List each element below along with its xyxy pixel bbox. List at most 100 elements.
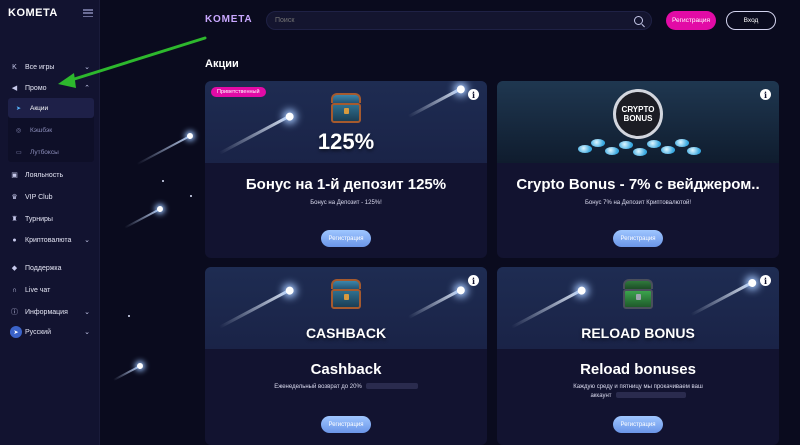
- register-button[interactable]: Регистрация: [613, 416, 663, 433]
- sidebar-item-label: Все игры: [25, 63, 55, 71]
- sidebar-item-all-games[interactable]: K Все игры ⌄: [0, 57, 100, 77]
- sidebar-logo[interactable]: KOMETA: [8, 7, 58, 19]
- header-register-button[interactable]: Регистрация: [666, 11, 716, 30]
- info-icon[interactable]: i: [760, 275, 771, 286]
- card-description-text: Еженедельный возврат до 20%: [274, 384, 362, 390]
- card-description-line-2: аккаунт: [590, 393, 612, 399]
- sidebar-item-label: Промо: [25, 84, 47, 92]
- blurred-text: [615, 392, 686, 399]
- promo-card-crypto-bonus[interactable]: CRYPTO BONUS i Crypto Bonus - 7% с вейдже…: [497, 81, 779, 258]
- card-banner: RELOAD BONUS i: [497, 267, 779, 349]
- search-input[interactable]: [275, 17, 625, 24]
- register-button[interactable]: Регистрация: [613, 230, 663, 247]
- sidebar-item-promo[interactable]: ◀ Промо ⌃: [0, 78, 100, 98]
- k-icon: K: [12, 63, 17, 71]
- chevron-down-icon: ⌄: [84, 329, 90, 336]
- crown-icon: ♛: [11, 194, 18, 201]
- card-title: Бонус на 1-й депозит 125%: [245, 176, 447, 193]
- cashback-icon: ◎: [16, 127, 22, 134]
- chest-icon: [331, 93, 361, 123]
- search-icon[interactable]: [634, 16, 643, 25]
- sidebar-header: KOMETA: [0, 0, 99, 26]
- trophy-icon: ♜: [11, 216, 18, 223]
- reload-chest-icon: [623, 279, 653, 309]
- sidebar-item-info[interactable]: ⓘ Информация ⌄: [0, 302, 100, 322]
- sidebar-item-support[interactable]: ◆ Поддержка: [0, 258, 100, 278]
- comet-decoration: [407, 87, 463, 118]
- promo-card-first-deposit[interactable]: Приветственный 125% i Бонус на 1-й депоз…: [205, 81, 487, 258]
- promo-card-cashback[interactable]: CASHBACK i Cashback Еженедельный возврат…: [205, 267, 487, 445]
- star-decoration: [190, 195, 192, 197]
- comet-decoration: [113, 365, 141, 381]
- comet-decoration: [510, 288, 584, 329]
- register-button[interactable]: Регистрация: [321, 416, 371, 433]
- banner-text: RELOAD BONUS: [581, 325, 695, 341]
- chevron-down-icon: ⌄: [84, 237, 90, 244]
- star-decoration: [162, 180, 164, 182]
- sidebar-item-loyalty[interactable]: ▣ Лояльность: [0, 165, 100, 185]
- chevron-down-icon: ⌄: [84, 64, 90, 71]
- info-icon[interactable]: i: [468, 275, 479, 286]
- info-icon[interactable]: i: [468, 89, 479, 100]
- banner-text: CASHBACK: [305, 325, 387, 341]
- chevron-up-icon: ⌃: [84, 85, 90, 92]
- sidebar-item-crypto[interactable]: ● Криптовалюта ⌄: [0, 230, 100, 250]
- promo-card-reload-bonus[interactable]: RELOAD BONUS i Reload bonuses Каждую сре…: [497, 267, 779, 445]
- register-button[interactable]: Регистрация: [321, 230, 371, 247]
- card-description: Еженедельный возврат до 20%: [225, 383, 467, 392]
- header-login-button[interactable]: Вход: [726, 11, 776, 30]
- comet-decoration: [407, 288, 463, 319]
- welcome-badge: Приветственный: [211, 87, 266, 97]
- card-description-line-1: Каждую среду и пятницу мы прокачиваем ва…: [573, 384, 703, 390]
- page-title: Акции: [205, 58, 239, 70]
- info-icon: ⓘ: [11, 309, 18, 316]
- telegram-icon[interactable]: ➤: [10, 326, 22, 338]
- sidebar-item-label: VIP Club: [25, 193, 53, 201]
- card-title: Cashback: [310, 361, 382, 378]
- search-bar[interactable]: [266, 11, 652, 30]
- header-brand-logo[interactable]: KOMETA: [205, 14, 252, 25]
- sidebar-item-label: Криптовалюта: [25, 236, 72, 244]
- submenu-item-cashback[interactable]: ◎ Кэшбэк: [8, 120, 94, 140]
- blurred-text: [365, 383, 418, 390]
- sidebar-item-tournaments[interactable]: ♜ Турниры: [0, 209, 100, 229]
- card-banner: CRYPTO BONUS i: [497, 81, 779, 163]
- card-title: Reload bonuses: [580, 361, 696, 378]
- submenu-item-label: Лутбоксы: [30, 148, 59, 156]
- banner-text-bonus: BONUS: [623, 114, 653, 123]
- sidebar-item-label: Русский: [25, 328, 51, 336]
- chevron-down-icon: ⌄: [84, 309, 90, 316]
- card-description: Бонус на Депозит - 125%!: [310, 200, 382, 206]
- submenu-item-label: Кэшбэк: [30, 126, 53, 134]
- sidebar-item-label: Live чат: [25, 286, 51, 294]
- sidebar-item-live-chat[interactable]: ∩ Live чат: [0, 280, 100, 300]
- banner-text: 125%: [317, 129, 375, 154]
- card-title: Crypto Bonus - 7% с вейджером..: [516, 176, 760, 193]
- sidebar-item-label: Лояльность: [25, 171, 64, 179]
- menu-collapse-icon[interactable]: [83, 9, 93, 17]
- main-content: Акции Приветственный 125% i Бонус на 1-й…: [100, 40, 800, 445]
- submenu-item-promotions[interactable]: ➤ Акции: [8, 98, 94, 118]
- star-decoration: [128, 315, 130, 317]
- comet-decoration: [136, 135, 191, 166]
- comet-decoration: [124, 208, 161, 229]
- sidebar-item-label: Информация: [25, 308, 68, 316]
- box-icon: ▭: [16, 149, 22, 156]
- cashback-chest-icon: [331, 279, 361, 309]
- sidebar: KOMETA K Все игры ⌄ ◀ Промо ⌃ ➤ Акции ◎ …: [0, 0, 100, 445]
- card-description: Бонус 7% на Депозит Криптовалютой!: [584, 200, 692, 206]
- info-icon[interactable]: i: [760, 89, 771, 100]
- sidebar-item-vip-club[interactable]: ♛ VIP Club: [0, 187, 100, 207]
- sidebar-item-label: Поддержка: [25, 264, 62, 272]
- submenu-item-lootboxes[interactable]: ▭ Лутбоксы: [8, 142, 94, 162]
- banner-text-crypto: CRYPTO: [621, 105, 655, 114]
- submenu-item-label: Акции: [30, 104, 49, 112]
- chat-icon: ◆: [11, 265, 18, 272]
- top-header: KOMETA Регистрация Вход: [192, 0, 800, 40]
- comet-decoration: [218, 288, 292, 329]
- megaphone-icon: ◀: [11, 85, 18, 92]
- card-description: Каждую среду и пятницу мы прокачиваем ва…: [517, 383, 759, 401]
- comet-decoration: [690, 280, 754, 317]
- sidebar-item-label: Турниры: [25, 215, 53, 223]
- gift-icon: ▣: [11, 172, 18, 179]
